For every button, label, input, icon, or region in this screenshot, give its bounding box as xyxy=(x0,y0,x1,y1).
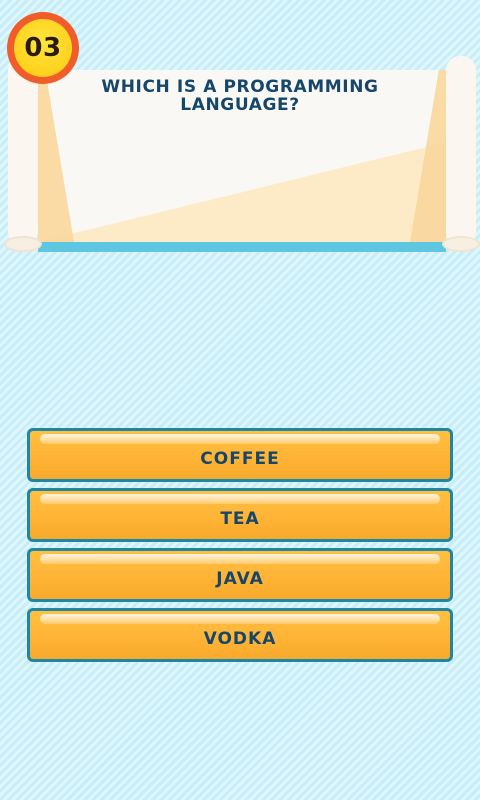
answer-button-tea[interactable]: TEA xyxy=(27,488,453,542)
question-number: 03 xyxy=(24,33,62,63)
answer-button-java[interactable]: JAVA xyxy=(27,548,453,602)
answer-label: VODKA xyxy=(203,629,277,649)
question-number-badge: 03 xyxy=(7,12,79,84)
badge-inner: 03 xyxy=(14,19,72,77)
answer-button-vodka[interactable]: VODKA xyxy=(27,608,453,662)
answer-button-coffee[interactable]: COFFEE xyxy=(27,428,453,482)
scroll-roll-right xyxy=(442,56,480,252)
answer-label: JAVA xyxy=(216,569,264,589)
answer-label: COFFEE xyxy=(200,449,280,469)
answer-list: COFFEE TEA JAVA VODKA xyxy=(27,428,453,668)
question-text: WHICH IS A PROGRAMMING LANGUAGE? xyxy=(101,77,379,115)
scroll-roll-left xyxy=(4,56,42,252)
answer-label: TEA xyxy=(220,509,260,529)
